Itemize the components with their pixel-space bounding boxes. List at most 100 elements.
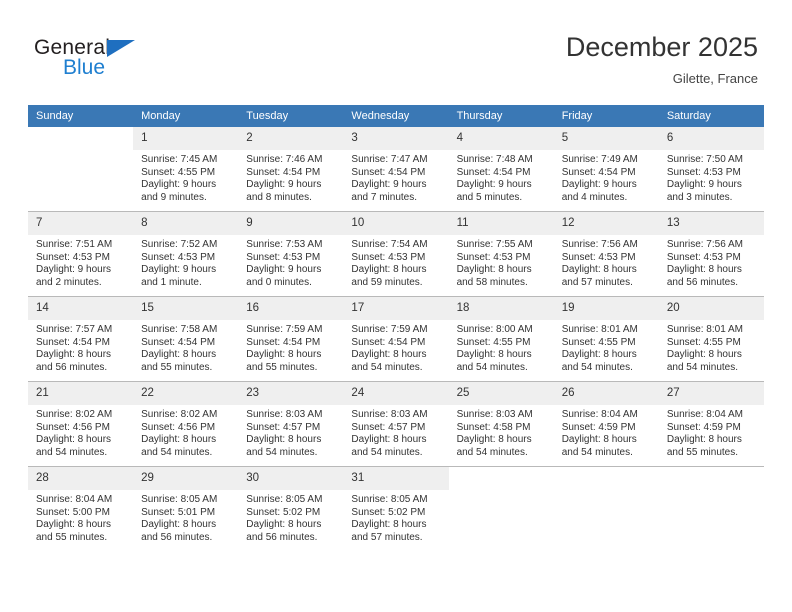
calendar-week-row: 7 Sunrise: 7:51 AM Sunset: 4:53 PM Daylight… — [28, 211, 764, 297]
day-details: Sunrise: 7:47 AM Sunset: 4:54 PM Daylight:… — [343, 150, 448, 204]
calendar-day-cell[interactable]: 17 Sunrise: 7:59 AM Sunset: 4:54 PM Dayligh… — [343, 297, 449, 381]
day-number: 22 — [133, 382, 239, 405]
day-details: Sunrise: 8:01 AM Sunset: 4:55 PM Daylight:… — [554, 320, 659, 374]
calendar-day-cell[interactable]: 6 Sunrise: 7:50 AM Sunset: 4:53 PM Daylight… — [658, 127, 764, 211]
sunset-text: Sunset: 4:54 PM — [351, 166, 426, 178]
sunset-text: Sunset: 4:56 PM — [141, 421, 216, 433]
daylight-text: Daylight: 8 hours and 55 minutes. — [666, 434, 742, 458]
calendar-day-cell[interactable]: 26 Sunrise: 8:04 AM Sunset: 4:59 PM Dayligh… — [553, 382, 659, 466]
calendar-day-cell[interactable]: 21 Sunrise: 8:02 AM Sunset: 4:56 PM Dayligh… — [28, 382, 134, 466]
weekday-header-thursday: Thursday — [448, 105, 554, 127]
day-details: Sunrise: 7:59 AM Sunset: 4:54 PM Daylight:… — [343, 320, 448, 374]
sunrise-text: Sunrise: 7:56 AM — [666, 239, 743, 250]
calendar-day-cell[interactable]: 11 Sunrise: 7:55 AM Sunset: 4:53 PM Dayligh… — [448, 212, 554, 296]
calendar-day-cell[interactable]: 1 Sunrise: 7:45 AM Sunset: 4:55 PM Daylight… — [133, 127, 239, 211]
sunrise-text: Sunrise: 7:54 AM — [351, 239, 428, 250]
calendar-day-cell[interactable]: 22 Sunrise: 8:02 AM Sunset: 4:56 PM Dayligh… — [133, 382, 239, 466]
sunset-text: Sunset: 4:56 PM — [36, 421, 110, 433]
calendar-day-cell[interactable]: 9 Sunrise: 7:53 AM Sunset: 4:53 PM Daylight… — [238, 212, 344, 296]
calendar-cell: 4 Sunrise: 7:48 AM Sunset: 4:54 PM Daylight… — [448, 127, 554, 212]
calendar-cell-empty — [28, 127, 134, 211]
calendar-day-cell[interactable]: 2 Sunrise: 7:46 AM Sunset: 4:54 PM Daylight… — [238, 127, 344, 211]
daylight-text: Daylight: 9 hours and 2 minutes. — [36, 264, 112, 288]
calendar-cell — [553, 466, 659, 551]
calendar-cell: 5 Sunrise: 7:49 AM Sunset: 4:54 PM Daylight… — [553, 127, 659, 212]
calendar-cell-empty — [658, 467, 764, 551]
calendar-day-cell[interactable]: 31 Sunrise: 8:05 AM Sunset: 5:02 PM Dayligh… — [343, 467, 449, 551]
calendar-day-cell[interactable]: 4 Sunrise: 7:48 AM Sunset: 4:54 PM Daylight… — [448, 127, 554, 211]
sunrise-text: Sunrise: 7:47 AM — [351, 154, 428, 165]
calendar-cell: 8 Sunrise: 7:52 AM Sunset: 4:53 PM Daylight… — [133, 211, 239, 297]
calendar-day-cell[interactable]: 7 Sunrise: 7:51 AM Sunset: 4:53 PM Daylight… — [28, 212, 134, 296]
calendar-cell: 12 Sunrise: 7:56 AM Sunset: 4:53 PM Dayligh… — [553, 211, 659, 297]
sunset-text: Sunset: 4:55 PM — [561, 336, 636, 348]
calendar-day-cell[interactable]: 5 Sunrise: 7:49 AM Sunset: 4:54 PM Daylight… — [553, 127, 659, 211]
calendar-day-cell[interactable]: 24 Sunrise: 8:03 AM Sunset: 4:57 PM Dayligh… — [343, 382, 449, 466]
sunrise-text: Sunrise: 8:02 AM — [36, 409, 113, 420]
calendar-day-cell[interactable]: 10 Sunrise: 7:54 AM Sunset: 4:53 PM Dayligh… — [343, 212, 449, 296]
sunset-text: Sunset: 5:00 PM — [36, 506, 110, 518]
daylight-text: Daylight: 9 hours and 9 minutes. — [141, 179, 217, 203]
calendar-day-cell[interactable]: 3 Sunrise: 7:47 AM Sunset: 4:54 PM Daylight… — [343, 127, 449, 211]
calendar-cell: 25 Sunrise: 8:03 AM Sunset: 4:58 PM Dayligh… — [448, 381, 554, 467]
sunrise-text: Sunrise: 8:05 AM — [141, 494, 218, 505]
day-details: Sunrise: 7:58 AM Sunset: 4:54 PM Daylight:… — [133, 320, 238, 374]
calendar-cell: 11 Sunrise: 7:55 AM Sunset: 4:53 PM Dayligh… — [448, 211, 554, 297]
daylight-text: Daylight: 8 hours and 56 minutes. — [246, 519, 322, 543]
calendar-day-cell[interactable]: 28 Sunrise: 8:04 AM Sunset: 5:00 PM Dayligh… — [28, 467, 134, 551]
general-blue-logo[interactable]: General Blue — [34, 36, 224, 88]
day-details: Sunrise: 8:01 AM Sunset: 4:55 PM Daylight:… — [659, 320, 764, 374]
day-number: 26 — [553, 382, 659, 405]
sunrise-text: Sunrise: 7:58 AM — [141, 324, 218, 335]
day-details: Sunrise: 7:50 AM Sunset: 4:53 PM Daylight:… — [659, 150, 764, 204]
calendar-day-cell[interactable]: 29 Sunrise: 8:05 AM Sunset: 5:01 PM Dayligh… — [133, 467, 239, 551]
calendar-week-row: 28 Sunrise: 8:04 AM Sunset: 5:00 PM Dayligh… — [28, 466, 764, 551]
day-number: 24 — [343, 382, 449, 405]
day-number: 2 — [238, 127, 344, 150]
calendar-day-cell[interactable]: 8 Sunrise: 7:52 AM Sunset: 4:53 PM Daylight… — [133, 212, 239, 296]
page-title: December 2025 — [565, 32, 758, 62]
calendar-cell: 16 Sunrise: 7:59 AM Sunset: 4:54 PM Dayligh… — [238, 296, 344, 382]
day-number: 29 — [133, 467, 239, 490]
calendar-cell: 13 Sunrise: 7:56 AM Sunset: 4:53 PM Dayligh… — [658, 211, 764, 297]
calendar-day-cell[interactable]: 30 Sunrise: 8:05 AM Sunset: 5:02 PM Dayligh… — [238, 467, 344, 551]
calendar-day-cell[interactable]: 18 Sunrise: 8:00 AM Sunset: 4:55 PM Dayligh… — [448, 297, 554, 381]
triangle-icon — [107, 40, 135, 57]
sunrise-text: Sunrise: 7:59 AM — [246, 324, 323, 335]
sunrise-text: Sunrise: 8:02 AM — [141, 409, 218, 420]
calendar-cell-empty — [448, 467, 554, 551]
calendar-day-cell[interactable]: 15 Sunrise: 7:58 AM Sunset: 4:54 PM Dayligh… — [133, 297, 239, 381]
calendar-day-cell[interactable]: 13 Sunrise: 7:56 AM Sunset: 4:53 PM Dayligh… — [658, 212, 764, 296]
daylight-text: Daylight: 9 hours and 0 minutes. — [246, 264, 322, 288]
day-details: Sunrise: 7:45 AM Sunset: 4:55 PM Daylight:… — [133, 150, 238, 204]
day-number: 31 — [343, 467, 449, 490]
weekday-header-saturday: Saturday — [658, 105, 764, 127]
location-label: Gilette, France — [672, 71, 758, 86]
calendar-cell: 9 Sunrise: 7:53 AM Sunset: 4:53 PM Daylight… — [238, 211, 344, 297]
calendar-cell: 19 Sunrise: 8:01 AM Sunset: 4:55 PM Dayligh… — [553, 296, 659, 382]
sunrise-text: Sunrise: 8:00 AM — [456, 324, 533, 335]
sunset-text: Sunset: 4:54 PM — [246, 336, 321, 348]
calendar-day-cell[interactable]: 25 Sunrise: 8:03 AM Sunset: 4:58 PM Dayligh… — [448, 382, 554, 466]
day-number: 1 — [133, 127, 239, 150]
sunrise-text: Sunrise: 7:52 AM — [141, 239, 218, 250]
calendar-day-cell[interactable]: 12 Sunrise: 7:56 AM Sunset: 4:53 PM Dayligh… — [553, 212, 659, 296]
day-details: Sunrise: 8:04 AM Sunset: 5:00 PM Daylight:… — [28, 490, 133, 544]
daylight-text: Daylight: 8 hours and 56 minutes. — [141, 519, 217, 543]
calendar-day-cell[interactable]: 23 Sunrise: 8:03 AM Sunset: 4:57 PM Dayligh… — [238, 382, 344, 466]
daylight-text: Daylight: 9 hours and 5 minutes. — [456, 179, 532, 203]
sunrise-text: Sunrise: 8:01 AM — [666, 324, 743, 335]
sunset-text: Sunset: 4:58 PM — [456, 421, 531, 433]
day-details: Sunrise: 7:46 AM Sunset: 4:54 PM Daylight:… — [238, 150, 343, 204]
daylight-text: Daylight: 8 hours and 54 minutes. — [561, 434, 637, 458]
day-details: Sunrise: 8:02 AM Sunset: 4:56 PM Daylight:… — [133, 405, 238, 459]
sunrise-text: Sunrise: 8:04 AM — [561, 409, 638, 420]
calendar-day-cell[interactable]: 14 Sunrise: 7:57 AM Sunset: 4:54 PM Dayligh… — [28, 297, 134, 381]
calendar-day-cell[interactable]: 27 Sunrise: 8:04 AM Sunset: 4:59 PM Dayligh… — [658, 382, 764, 466]
calendar-day-cell[interactable]: 20 Sunrise: 8:01 AM Sunset: 4:55 PM Dayligh… — [658, 297, 764, 381]
day-number: 5 — [553, 127, 659, 150]
sunset-text: Sunset: 4:55 PM — [141, 166, 216, 178]
calendar-week-row: 21 Sunrise: 8:02 AM Sunset: 4:56 PM Dayligh… — [28, 381, 764, 467]
calendar-day-cell[interactable]: 16 Sunrise: 7:59 AM Sunset: 4:54 PM Dayligh… — [238, 297, 344, 381]
calendar-day-cell[interactable]: 19 Sunrise: 8:01 AM Sunset: 4:55 PM Dayligh… — [553, 297, 659, 381]
